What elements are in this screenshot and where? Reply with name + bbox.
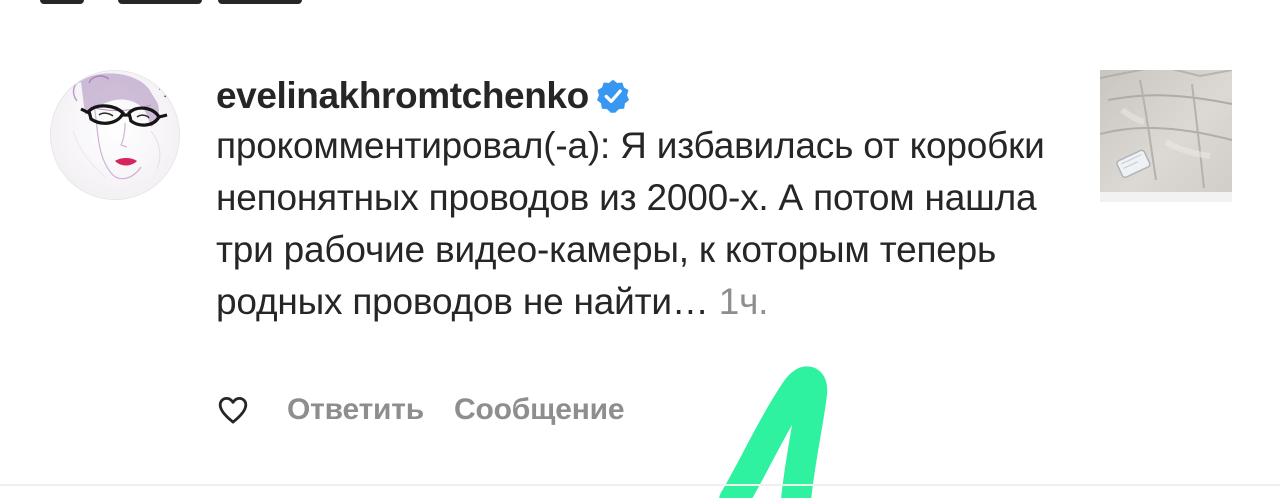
heart-outline-icon[interactable] (216, 393, 250, 427)
username-link[interactable]: evelinakhromtchenko (216, 75, 589, 117)
comment-text: прокомментировал(-а): Я избавилась от ко… (216, 125, 1045, 322)
username-row: evelinakhromtchenko (216, 72, 1046, 120)
notification-actions: Ответить Сообщение (216, 386, 625, 434)
post-thumbnail[interactable] (1100, 70, 1232, 202)
notification-screen: evelinakhromtchenko прокомментировал(-а)… (0, 0, 1280, 498)
timestamp: 1ч. (718, 281, 769, 322)
notification-body: evelinakhromtchenko прокомментировал(-а)… (216, 72, 1046, 328)
green-marker-annotation (719, 366, 828, 498)
profile-illustration-icon (51, 71, 179, 199)
top-cut-off-element (40, 0, 302, 4)
notification-text: прокомментировал(-а): Я избавилась от ко… (216, 120, 1046, 328)
avatar[interactable] (50, 70, 180, 200)
post-preview-image (1100, 70, 1232, 202)
message-button[interactable]: Сообщение (454, 393, 624, 427)
reply-button[interactable]: Ответить (287, 393, 424, 427)
divider (0, 484, 1280, 486)
verified-badge-icon (596, 79, 629, 113)
